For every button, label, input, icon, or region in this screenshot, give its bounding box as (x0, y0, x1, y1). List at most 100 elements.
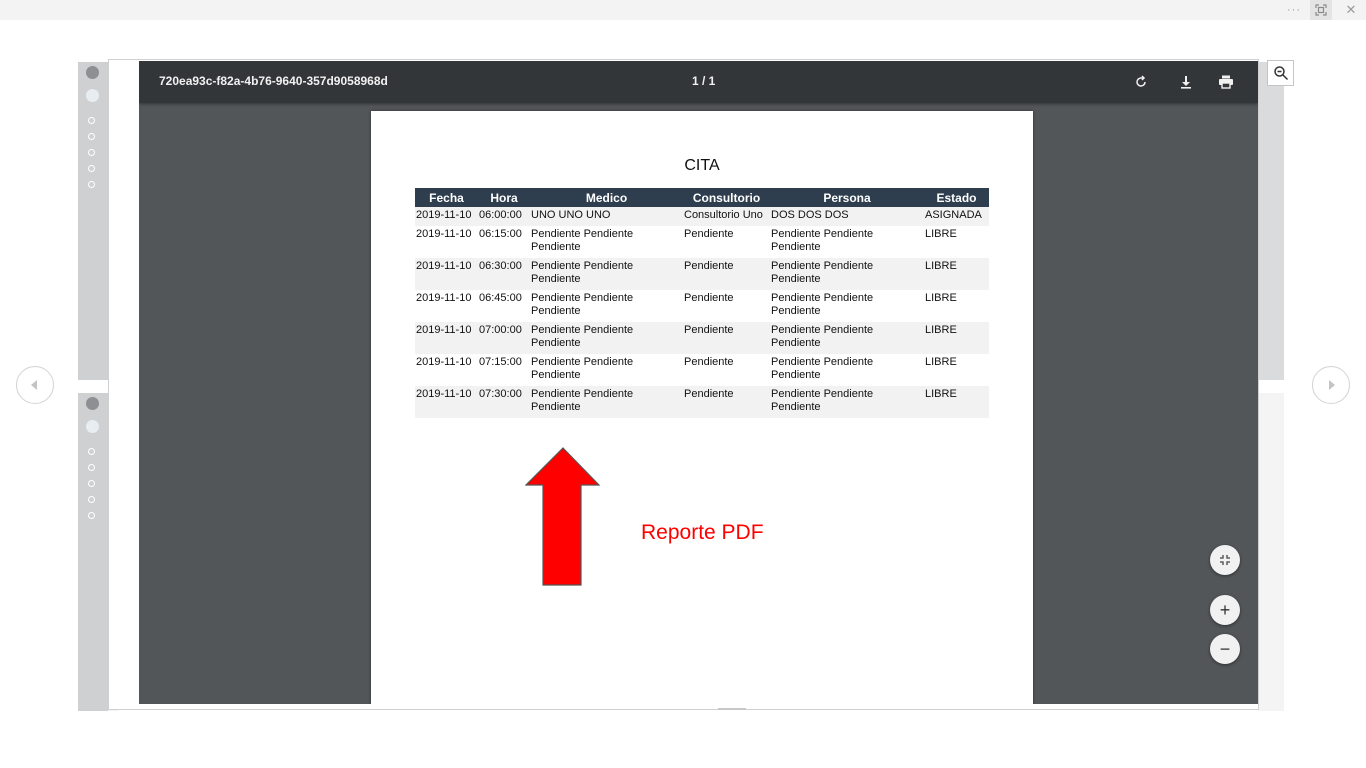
pdf-viewer: 720ea93c-f82a-4b76-9640-357d9058968d 1 /… (139, 61, 1258, 704)
cell-consultorio: Pendiente (684, 356, 734, 368)
pdf-page: CITA Fecha Hora Medico Consultorio Perso… (371, 111, 1033, 704)
table-row: 2019-11-10 06:30:00 Pendiente Pendiente … (415, 258, 989, 290)
annotation-label: Reporte PDF (641, 521, 764, 544)
cell-hora: 07:15:00 (479, 356, 522, 368)
background-logo (86, 66, 99, 79)
cell-persona: Pendiente Pendiente Pendiente (771, 356, 874, 381)
cell-persona: Pendiente Pendiente Pendiente (770, 322, 924, 354)
scroll-indicator (718, 708, 746, 710)
cell-persona: Pendiente Pendiente Pendiente (770, 386, 924, 418)
background-sidebar (78, 393, 108, 711)
annotation-arrow-up-icon (525, 447, 601, 586)
zoom-in-button[interactable]: + (1210, 595, 1240, 625)
cell-hora: 07:30:00 (478, 386, 530, 418)
viewer-top-bar: ··· ✕ (0, 0, 1366, 20)
more-options-icon[interactable]: ··· (1283, 0, 1305, 20)
zoom-out-button[interactable] (1267, 60, 1294, 86)
cell-estado: LIBRE (924, 322, 989, 354)
download-icon[interactable] (1175, 71, 1197, 93)
cell-estado: LIBRE (925, 292, 957, 304)
cell-hora: 06:00:00 (478, 207, 530, 226)
image-viewer: ··· ✕ 720ea93c-f82a-4b76-9640-357d905896… (0, 0, 1366, 768)
table-row: 2019-11-10 06:00:00 UNO UNO UNO Consulto… (415, 207, 989, 226)
cell-estado: LIBRE (924, 258, 989, 290)
background-menu-dot (88, 165, 95, 172)
next-image-button[interactable] (1312, 366, 1350, 404)
chevron-left-icon (31, 380, 37, 390)
background-menu-dot (88, 448, 95, 455)
table-row: 2019-11-10 07:30:00 Pendiente Pendiente … (415, 386, 989, 418)
appointments-table: Fecha Hora Medico Consultorio Persona Es… (415, 188, 989, 418)
cell-hora: 06:30:00 (478, 258, 530, 290)
cell-persona: Pendiente Pendiente Pendiente (771, 228, 874, 253)
background-menu-dot (88, 181, 95, 188)
cell-estado: ASIGNADA (924, 207, 989, 226)
print-icon[interactable] (1215, 71, 1237, 93)
cell-consultorio: Consultorio Uno (683, 207, 770, 226)
fit-window-icon[interactable] (1310, 0, 1332, 20)
chevron-right-icon (1329, 380, 1335, 390)
cell-fecha: 2019-11-10 (415, 258, 478, 290)
cell-consultorio: Pendiente (684, 292, 734, 304)
cell-hora: 06:15:00 (479, 228, 522, 240)
cell-hora: 07:00:00 (478, 322, 530, 354)
cell-consultorio: Pendiente (683, 258, 770, 290)
background-screenshot-right-bottom (1258, 393, 1284, 711)
cell-estado: LIBRE (925, 356, 957, 368)
background-menu-dot (88, 149, 95, 156)
cell-fecha: 2019-11-10 (416, 292, 472, 304)
background-sidebar (78, 62, 108, 380)
cell-persona: DOS DOS DOS (770, 207, 924, 226)
background-logo (86, 397, 99, 410)
table-row: 2019-11-10 07:15:00 Pendiente Pendiente … (415, 354, 989, 386)
column-header: Persona (770, 188, 924, 207)
table-row: 2019-11-10 06:15:00 Pendiente Pendiente … (415, 226, 989, 258)
column-header: Hora (478, 188, 530, 207)
table-row: 2019-11-10 06:45:00 Pendiente Pendiente … (415, 290, 989, 322)
cell-fecha: 2019-11-10 (415, 386, 478, 418)
cell-consultorio: Pendiente (683, 386, 770, 418)
cell-fecha: 2019-11-10 (416, 228, 472, 240)
cell-hora: 06:45:00 (479, 292, 522, 304)
cell-consultorio: Pendiente (683, 322, 770, 354)
table-row: 2019-11-10 07:00:00 Pendiente Pendiente … (415, 322, 989, 354)
cell-medico: Pendiente Pendiente Pendiente (530, 386, 683, 418)
cell-consultorio: Pendiente (684, 228, 734, 240)
background-menu-dot (88, 133, 95, 140)
background-menu-dot (88, 512, 95, 519)
column-header: Fecha (415, 188, 478, 207)
page-indicator: 1 / 1 (692, 74, 716, 88)
cell-persona: Pendiente Pendiente Pendiente (770, 258, 924, 290)
cell-estado: LIBRE (924, 386, 989, 418)
cell-persona: Pendiente Pendiente Pendiente (771, 292, 874, 317)
cell-estado: LIBRE (925, 228, 957, 240)
close-icon[interactable]: ✕ (1340, 0, 1362, 20)
pdf-filename: 720ea93c-f82a-4b76-9640-357d9058968d (159, 74, 388, 88)
cell-fecha: 2019-11-10 (415, 207, 478, 226)
background-menu-dot (88, 480, 95, 487)
cell-medico: Pendiente Pendiente Pendiente (530, 322, 683, 354)
column-header: Consultorio (683, 188, 770, 207)
background-avatar (86, 89, 99, 102)
zoom-out-pdf-button[interactable]: − (1210, 634, 1240, 664)
rotate-icon[interactable] (1130, 71, 1152, 93)
zoom-out-icon (1273, 66, 1288, 81)
pdf-toolbar: 720ea93c-f82a-4b76-9640-357d9058968d 1 /… (139, 61, 1258, 103)
background-menu-dot (88, 117, 95, 124)
cell-medico: UNO UNO UNO (530, 207, 683, 226)
column-header: Medico (530, 188, 683, 207)
cell-medico: Pendiente Pendiente Pendiente (530, 258, 683, 290)
fit-page-icon (1220, 555, 1230, 565)
cell-medico: Pendiente Pendiente Pendiente (531, 356, 634, 381)
cell-medico: Pendiente Pendiente Pendiente (531, 228, 634, 253)
document-title: CITA (684, 157, 720, 174)
table-header-row: Fecha Hora Medico Consultorio Persona Es… (415, 188, 989, 207)
background-avatar (86, 420, 99, 433)
cell-fecha: 2019-11-10 (416, 356, 472, 368)
background-menu-dot (88, 464, 95, 471)
fit-to-page-button[interactable] (1210, 545, 1240, 575)
background-screenshot-right-top (1258, 62, 1284, 380)
column-header: Estado (924, 188, 989, 207)
cell-medico: Pendiente Pendiente Pendiente (531, 292, 634, 317)
previous-image-button[interactable] (16, 366, 54, 404)
